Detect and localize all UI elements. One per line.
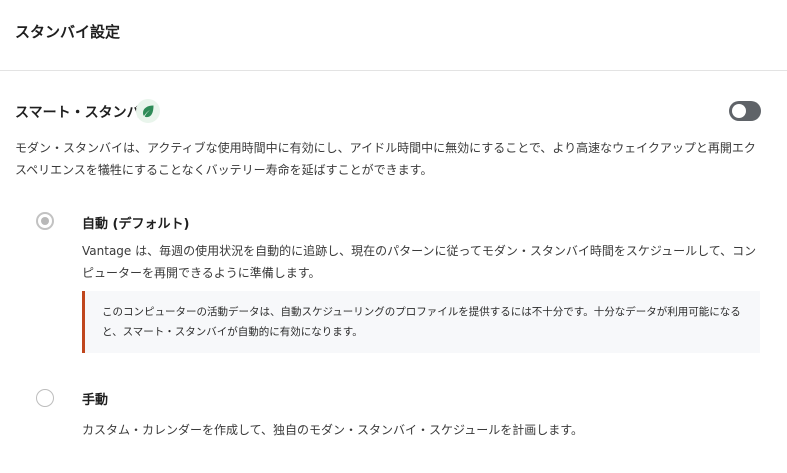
page-header: スタンバイ設定 bbox=[0, 0, 787, 71]
auto-option-description: Vantage は、毎週の使用状況を自動的に追跡し、現在のパターンに従ってモダン… bbox=[82, 244, 757, 280]
manual-radio[interactable] bbox=[36, 389, 54, 407]
insufficient-data-notice: このコンピューターの活動データは、自動スケジューリングのプロファイルを提供するに… bbox=[82, 291, 760, 353]
auto-radio[interactable] bbox=[36, 212, 54, 230]
smart-standby-row: スマート・スタンバイ bbox=[15, 99, 761, 124]
leaf-icon bbox=[136, 99, 160, 123]
notice-text: このコンピューターの活動データは、自動スケジューリングのプロファイルを提供するに… bbox=[102, 306, 741, 338]
smart-standby-description: モダン・スタンバイは、アクティブな使用時間中に有効にし、アイドル時間中に無効にす… bbox=[15, 141, 756, 177]
smart-standby-toggle[interactable] bbox=[729, 101, 761, 121]
manual-option-description: カスタム・カレンダーを作成して、独自のモダン・スタンバイ・スケジュールを計画しま… bbox=[82, 423, 584, 437]
page-title: スタンバイ設定 bbox=[15, 23, 121, 41]
auto-option-title: 自動 (デフォルト) bbox=[82, 217, 190, 232]
radio-selected-dot bbox=[41, 217, 49, 225]
toggle-knob bbox=[732, 104, 746, 118]
smart-standby-title: スマート・スタンバイ bbox=[15, 105, 155, 121]
manual-option-title: 手動 bbox=[82, 393, 109, 408]
